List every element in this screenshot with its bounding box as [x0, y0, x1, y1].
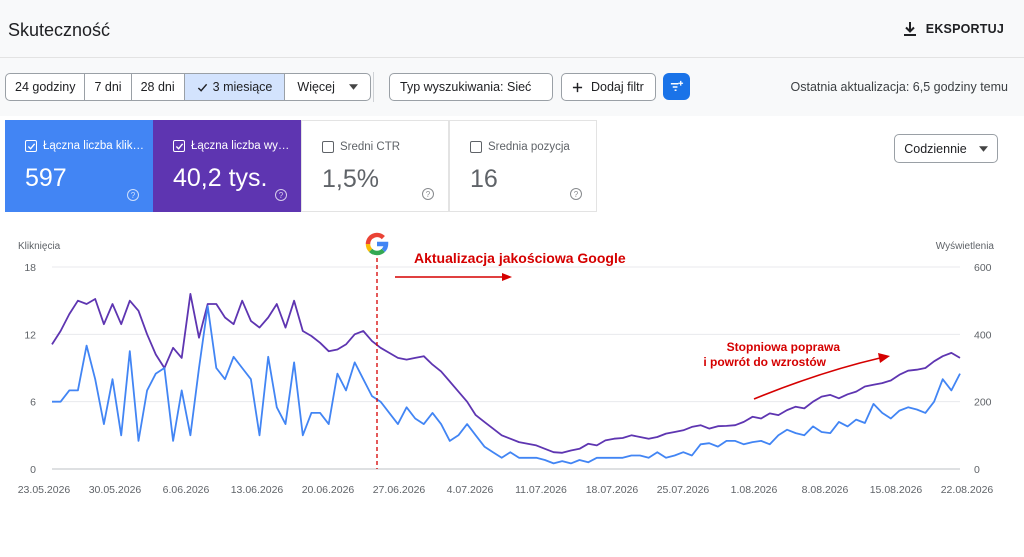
- range-24h-button[interactable]: 24 godziny: [6, 74, 86, 100]
- range-label: 3 miesiące: [212, 80, 273, 94]
- left-tick-label: 0: [30, 464, 36, 476]
- left-axis-title: Kliknięcia: [18, 241, 61, 252]
- right-axis-title: Wyświetlenia: [936, 241, 995, 252]
- x-tick-label: 8.08.2026: [802, 484, 849, 496]
- left-tick-label: 12: [24, 329, 36, 341]
- metric-card-position[interactable]: Średnia pozycja 16 ?: [449, 120, 597, 212]
- checkbox-unchecked-icon[interactable]: [470, 141, 482, 153]
- y-axis-ticks: 0 0 6 200 12 400 18 600: [24, 262, 991, 476]
- last-update-text: Ostatnia aktualizacja: 6,5 godziny temu: [790, 80, 1008, 94]
- range-3m-button[interactable]: 3 miesiące: [184, 74, 286, 100]
- caret-down-icon: [348, 84, 358, 90]
- divider: [373, 72, 374, 102]
- x-tick-label: 6.06.2026: [163, 484, 210, 496]
- left-tick-label: 18: [24, 262, 36, 274]
- chart-series: [51, 292, 961, 465]
- checkbox-unchecked-icon[interactable]: [322, 141, 334, 153]
- clicks-series-line: [52, 305, 961, 465]
- check-icon: [197, 83, 207, 92]
- x-tick-label: 1.08.2026: [731, 484, 778, 496]
- google-logo-icon: [365, 232, 389, 256]
- x-tick-label: 20.06.2026: [302, 484, 355, 496]
- x-tick-label: 18.07.2026: [586, 484, 639, 496]
- granularity-dropdown[interactable]: Codziennie: [894, 134, 998, 163]
- filter-list-icon: [670, 80, 684, 91]
- date-range-selector: 24 godziny 7 dni 28 dni 3 miesiące Więce…: [5, 73, 371, 101]
- range-label: 24 godziny: [15, 80, 76, 94]
- caret-down-icon: [978, 145, 988, 152]
- annotation-main: Aktualizacja jakościowa Google: [414, 250, 626, 266]
- metric-label: Łączna liczba klik…: [43, 140, 144, 152]
- right-tick-label: 400: [974, 329, 992, 341]
- help-icon[interactable]: ?: [422, 188, 434, 200]
- page-title: Skuteczność: [8, 20, 111, 40]
- x-tick-label: 11.07.2026: [515, 484, 567, 496]
- granularity-label: Codziennie: [904, 141, 967, 156]
- x-axis-ticks: 23.05.2026 30.05.2026 6.06.2026 13.06.2026 2…: [18, 484, 994, 496]
- arrow-head-icon: [502, 273, 512, 281]
- x-tick-label: 27.06.2026: [373, 484, 426, 496]
- right-tick-label: 200: [974, 397, 992, 409]
- search-type-label: Typ wyszukiwania: Sieć: [400, 80, 532, 94]
- performance-chart: Kliknięcia Wyświetlenia 0 0 6 200 12 400 18 600…: [18, 232, 995, 496]
- export-button[interactable]: EKSPORTUJ: [902, 21, 1004, 37]
- x-tick-label: 25.07.2026: [657, 484, 710, 496]
- metric-label: Łączna liczba wy…: [191, 140, 290, 152]
- add-filter-label: Dodaj filtr: [591, 80, 644, 94]
- metric-card-clicks[interactable]: Łączna liczba klik… 597 ?: [5, 120, 153, 212]
- filter-bar: 24 godziny 7 dni 28 dni 3 miesiące Więce…: [0, 58, 1024, 116]
- top-bar: Skuteczność EKSPORTUJ: [0, 0, 1024, 58]
- search-type-dropdown[interactable]: Typ wyszukiwania: Sieć: [389, 73, 553, 101]
- checkbox-checked-icon[interactable]: [173, 140, 185, 152]
- annotation-side-line2: i powrót do wzrostów: [703, 355, 826, 369]
- help-icon[interactable]: ?: [127, 189, 139, 201]
- metric-label: Średnia pozycja: [488, 141, 570, 153]
- left-tick-label: 6: [30, 397, 36, 409]
- range-7d-button[interactable]: 7 dni: [85, 74, 132, 100]
- x-tick-label: 23.05.2026: [18, 484, 71, 496]
- annotation-side-line1: Stopniowa poprawa: [727, 340, 841, 354]
- checkbox-checked-icon[interactable]: [25, 140, 37, 152]
- download-icon: [903, 22, 916, 36]
- filter-settings-button[interactable]: [663, 73, 690, 100]
- x-tick-label: 4.07.2026: [447, 484, 494, 496]
- x-tick-label: 15.08.2026: [870, 484, 923, 496]
- range-more-dropdown[interactable]: Więcej: [285, 74, 370, 100]
- metric-label: Średni CTR: [340, 141, 401, 153]
- arrow-head-icon: [878, 353, 890, 363]
- metric-card-ctr[interactable]: Średni CTR 1,5% ?: [301, 120, 449, 212]
- x-tick-label: 30.05.2026: [89, 484, 142, 496]
- range-28d-button[interactable]: 28 dni: [132, 74, 185, 100]
- plus-icon: [572, 82, 583, 92]
- add-filter-button[interactable]: Dodaj filtr: [561, 73, 656, 101]
- help-icon[interactable]: ?: [570, 188, 582, 200]
- export-label: EKSPORTUJ: [925, 22, 1004, 36]
- x-tick-label: 13.06.2026: [231, 484, 284, 496]
- metric-card-impressions[interactable]: Łączna liczba wy… 40,2 tys. ?: [153, 120, 301, 212]
- right-tick-label: 0: [974, 464, 980, 476]
- range-label: 7 dni: [94, 80, 122, 94]
- range-label: 28 dni: [140, 80, 175, 94]
- right-tick-label: 600: [974, 262, 992, 274]
- range-label: Więcej: [297, 80, 335, 94]
- x-tick-label: 22.08.2026: [941, 484, 994, 496]
- help-icon[interactable]: ?: [275, 189, 287, 201]
